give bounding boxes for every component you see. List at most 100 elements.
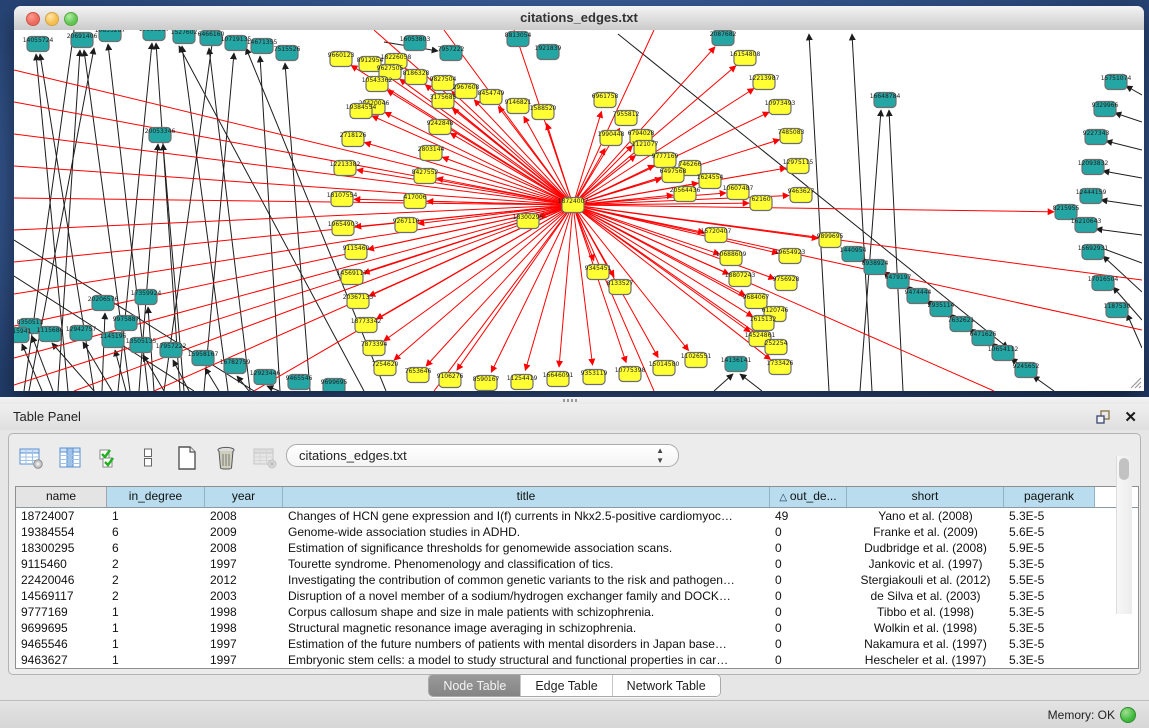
graph-node[interactable]: 18807243 xyxy=(725,272,756,287)
graph-node[interactable]: 18107554 xyxy=(327,192,358,207)
cell-in_degree[interactable]: 6 xyxy=(107,540,205,556)
network-window-titlebar[interactable]: citations_edges.txt xyxy=(14,6,1144,31)
graph-node[interactable]: 8813054 xyxy=(505,32,532,47)
graph-node[interactable]: 10607487 xyxy=(723,185,754,200)
cell-title[interactable]: Genome-wide association studies in ADHD. xyxy=(283,524,770,540)
cell-pagerank[interactable]: 5.9E-5 xyxy=(1004,540,1095,556)
graph-node[interactable]: 15751074 xyxy=(1101,75,1132,90)
cell-title[interactable]: Embryonic stem cells: a model to study s… xyxy=(283,652,770,668)
cell-short[interactable]: de Silva et al. (2003) xyxy=(847,588,1004,604)
graph-node[interactable]: 6471626 xyxy=(970,331,997,346)
cell-in_degree[interactable]: 2 xyxy=(107,588,205,604)
graph-node[interactable]: 9267110 xyxy=(393,218,420,233)
graph-node[interactable]: 8454749 xyxy=(478,90,505,105)
graph-node[interactable]: 15720407 xyxy=(701,228,732,243)
graph-node[interactable]: 16154808 xyxy=(730,51,761,66)
graph-hub-node[interactable]: 18724007 xyxy=(558,198,589,213)
cell-in_degree[interactable]: 1 xyxy=(107,620,205,636)
graph-node[interactable]: 12213987 xyxy=(749,75,780,90)
graph-node[interactable]: 9465546 xyxy=(286,375,313,390)
graph-node[interactable]: 9660123 xyxy=(328,52,355,67)
graph-node[interactable]: 10853287 xyxy=(95,30,126,42)
graph-node[interactable]: 17957222 xyxy=(156,343,187,358)
graph-node[interactable]: 18773342 xyxy=(351,318,382,333)
cell-year[interactable]: 1997 xyxy=(205,636,283,652)
graph-node[interactable]: 7955812 xyxy=(613,111,640,126)
network-canvas[interactable]: 1405572420691406108532871095328715276026… xyxy=(14,30,1144,391)
table-row[interactable]: 1456911722003Disruption of a novel membe… xyxy=(16,588,1138,604)
cell-short[interactable]: Stergiakouli et al. (2012) xyxy=(847,572,1004,588)
graph-node[interactable]: 12213382 xyxy=(330,161,361,176)
graph-node[interactable]: 7515526 xyxy=(274,46,301,61)
cell-title[interactable]: Disruption of a novel member of a sodium… xyxy=(283,588,770,604)
table-row[interactable]: 1872400712008Changes of HCN gene express… xyxy=(16,508,1138,524)
table-vertical-scrollbar[interactable] xyxy=(1116,456,1132,614)
graph-node[interactable]: 62160 xyxy=(750,196,772,211)
graph-node[interactable]: 12975115 xyxy=(783,159,814,174)
graph-node[interactable]: 12093832 xyxy=(1078,160,1109,175)
graph-node[interactable]: 20691406 xyxy=(67,33,98,48)
graph-node[interactable]: 9345451 xyxy=(585,265,612,280)
cell-name[interactable]: 9699695 xyxy=(16,620,107,636)
graph-node[interactable]: 1187530 xyxy=(1104,303,1131,318)
graph-node[interactable]: 19654923 xyxy=(775,249,806,264)
cell-in_degree[interactable]: 1 xyxy=(107,508,205,524)
graph-node[interactable]: 9245652 xyxy=(1013,363,1040,378)
graph-node[interactable]: 16053803 xyxy=(400,36,431,51)
graph-node[interactable]: 20206576 xyxy=(88,296,119,311)
float-window-icon[interactable] xyxy=(1096,410,1111,424)
graph-node[interactable]: 15014580 xyxy=(649,361,680,376)
cell-in_degree[interactable]: 2 xyxy=(107,572,205,588)
cell-pagerank[interactable]: 5.3E-5 xyxy=(1004,620,1095,636)
table-row[interactable]: 977716911998Corpus callosum shape and si… xyxy=(16,604,1138,620)
graph-node[interactable]: 9227343 xyxy=(1083,130,1110,145)
graph-node[interactable]: 2803144 xyxy=(418,146,445,161)
column-header-name[interactable]: name xyxy=(16,487,107,507)
cell-short[interactable]: Franke et al. (2009) xyxy=(847,524,1004,540)
graph-node[interactable]: 9106276 xyxy=(437,373,464,388)
graph-node[interactable]: 16210643 xyxy=(1071,218,1102,233)
graph-node[interactable]: 10973493 xyxy=(765,100,796,115)
cell-pagerank[interactable]: 5.3E-5 xyxy=(1004,556,1095,572)
graph-node[interactable]: 1588520 xyxy=(530,105,557,120)
graph-node[interactable]: 10688609 xyxy=(716,251,747,266)
cell-title[interactable]: Corpus callosum shape and size in male p… xyxy=(283,604,770,620)
cell-title[interactable]: Changes of HCN gene expression and I(f) … xyxy=(283,508,770,524)
cell-out_de[interactable]: 49 xyxy=(770,508,847,524)
cell-out_de[interactable]: 0 xyxy=(770,572,847,588)
graph-node[interactable]: 17016504 xyxy=(1088,276,1119,291)
cell-year[interactable]: 2003 xyxy=(205,588,283,604)
table-selector-combobox[interactable]: citations_edges.txt ▲▼ xyxy=(286,444,679,467)
table-settings-icon[interactable] xyxy=(17,444,45,472)
cell-pagerank[interactable]: 5.3E-5 xyxy=(1004,636,1095,652)
rows-icon[interactable] xyxy=(134,444,162,472)
graph-node[interactable]: 7957222 xyxy=(438,46,465,61)
graph-node[interactable]: 15692931 xyxy=(1078,245,1109,260)
cell-pagerank[interactable]: 5.3E-5 xyxy=(1004,588,1095,604)
column-header-in_degree[interactable]: in_degree xyxy=(107,487,205,507)
graph-node[interactable]: 9756928 xyxy=(773,276,800,291)
graph-node[interactable]: 12444159 xyxy=(1076,189,1107,204)
graph-node[interactable]: 18300295 xyxy=(513,214,544,229)
cell-year[interactable]: 1998 xyxy=(205,604,283,620)
graph-node[interactable]: 14136141 xyxy=(721,357,752,372)
graph-node[interactable]: 9463627 xyxy=(788,188,815,203)
graph-node[interactable]: 9975887 xyxy=(113,316,140,331)
cell-pagerank[interactable]: 5.6E-5 xyxy=(1004,524,1095,540)
cell-in_degree[interactable]: 6 xyxy=(107,524,205,540)
graph-node[interactable]: 7632621 xyxy=(948,317,975,332)
cell-out_de[interactable]: 0 xyxy=(770,524,847,540)
graph-node[interactable]: 7254620 xyxy=(372,361,399,376)
table-row[interactable]: 911546021997Tourette syndrome. Phenomeno… xyxy=(16,556,1138,572)
graph-node[interactable]: 6497568 xyxy=(660,168,687,183)
cell-year[interactable]: 2009 xyxy=(205,524,283,540)
close-panel-icon[interactable]: ✕ xyxy=(1124,408,1137,426)
graph-node[interactable]: 9777169 xyxy=(652,153,679,168)
cell-out_de[interactable]: 0 xyxy=(770,588,847,604)
graph-node[interactable]: 9242848 xyxy=(427,120,454,135)
cell-name[interactable]: 22420046 xyxy=(16,572,107,588)
cell-pagerank[interactable]: 5.5E-5 xyxy=(1004,572,1095,588)
tab-network-table[interactable]: Network Table xyxy=(613,675,720,696)
graph-node[interactable]: 7485083 xyxy=(778,129,805,144)
cell-title[interactable]: Estimation of the future numbers of pati… xyxy=(283,636,770,652)
